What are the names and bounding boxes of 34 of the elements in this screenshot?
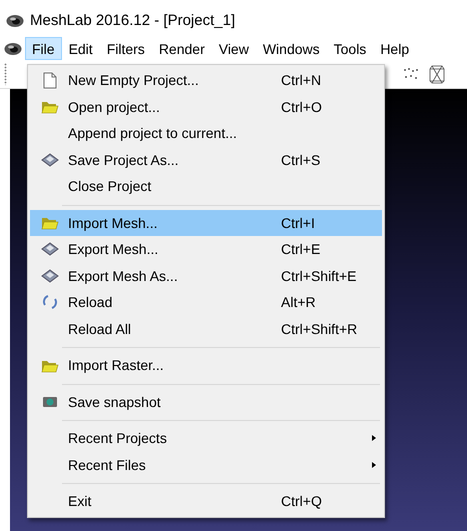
app-menu-icon bbox=[4, 42, 22, 56]
app-logo-icon bbox=[6, 14, 24, 28]
window-title: MeshLab 2016.12 - [Project_1] bbox=[30, 12, 236, 29]
points-icon[interactable] bbox=[403, 67, 419, 81]
page-icon bbox=[42, 72, 56, 89]
menu-item[interactable]: Import Mesh... Ctrl+I bbox=[30, 210, 382, 236]
menu-item[interactable]: Reload All Ctrl+Shift+R bbox=[30, 316, 382, 342]
menu-bar-item[interactable]: Render bbox=[152, 37, 212, 60]
menu-item[interactable]: Append project to current... bbox=[30, 120, 382, 146]
menu-item[interactable]: Recent Projects bbox=[30, 425, 382, 452]
menu-item[interactable]: Close Project bbox=[30, 173, 382, 200]
menu-item[interactable]: Recent Files bbox=[30, 452, 382, 478]
menu-item[interactable]: Open project... Ctrl+O bbox=[30, 94, 382, 120]
reload-icon bbox=[42, 294, 58, 310]
menu-item[interactable]: Exit Ctrl+Q bbox=[30, 488, 382, 514]
wireframe-icon[interactable] bbox=[429, 64, 445, 84]
folder-icon bbox=[40, 215, 58, 230]
toolbar-grip bbox=[4, 63, 7, 85]
menu-item[interactable]: Export Mesh As... Ctrl+Shift+E bbox=[30, 262, 382, 289]
menu-bar-item[interactable]: File bbox=[25, 37, 62, 60]
menu-bar-item[interactable]: Edit bbox=[62, 37, 100, 60]
folder-icon bbox=[40, 99, 58, 114]
menu-item[interactable]: New Empty Project... Ctrl+N bbox=[30, 67, 382, 94]
menu-bar-item[interactable]: View bbox=[212, 37, 256, 60]
menu-item[interactable]: Save Project As... Ctrl+S bbox=[30, 146, 382, 173]
camera-icon bbox=[42, 395, 58, 408]
menu-item[interactable]: Export Mesh... Ctrl+E bbox=[30, 236, 382, 262]
menu-bar-item[interactable]: Filters bbox=[100, 37, 152, 60]
menu-bar-item[interactable]: Tools bbox=[326, 37, 374, 60]
menu-item[interactable]: Reload Alt+R bbox=[30, 289, 382, 316]
menu-item[interactable]: Save snapshot bbox=[30, 388, 382, 415]
menu-bar-item[interactable]: Help bbox=[373, 37, 416, 60]
menu-bar-item[interactable]: Windows bbox=[256, 37, 327, 60]
menu-item[interactable]: Import Raster... bbox=[30, 352, 382, 378]
